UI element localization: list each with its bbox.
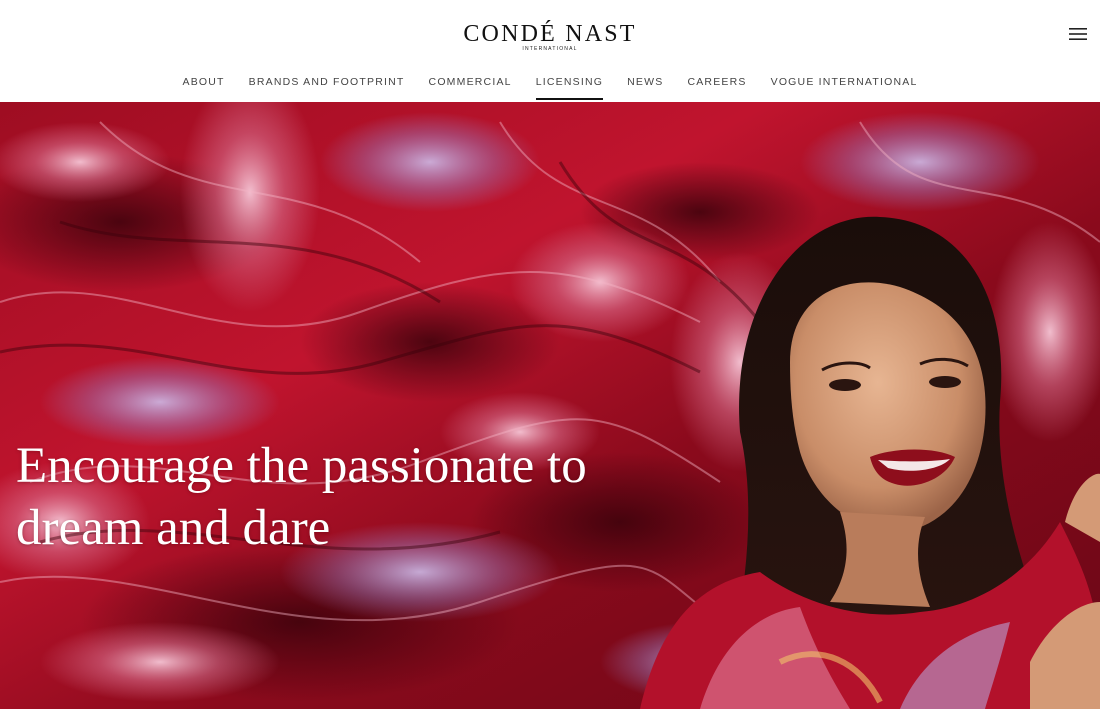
hero-image (0, 102, 1100, 709)
nav-item-news[interactable]: NEWS (627, 74, 663, 100)
nav-item-about[interactable]: ABOUT (183, 74, 225, 100)
brand-logo[interactable]: CONDÉ NAST INTERNATIONAL (0, 20, 1100, 52)
brand-logo-wordmark: CONDÉ NAST (463, 21, 637, 47)
nav-item-careers[interactable]: CAREERS (687, 74, 746, 100)
nav-item-vogue-international[interactable]: VOGUE INTERNATIONAL (771, 74, 918, 100)
nav-item-commercial[interactable]: COMMERCIAL (429, 74, 512, 100)
hero-headline: Encourage the passionate to dream and da… (16, 435, 716, 559)
hero-section: Encourage the passionate to dream and da… (0, 102, 1100, 709)
hamburger-menu-icon[interactable] (1066, 22, 1090, 46)
nav-item-brands-and-footprint[interactable]: BRANDS AND FOOTPRINT (249, 74, 405, 100)
hero-headline-line-1: Encourage the passionate to (16, 438, 587, 494)
nav-item-licensing[interactable]: LICENSING (535, 74, 604, 100)
brand-logo-tagline: INTERNATIONAL (522, 46, 578, 52)
main-navigation: ABOUT BRANDS AND FOOTPRINT COMMERCIAL LI… (0, 74, 1100, 100)
site-header: CONDÉ NAST INTERNATIONAL ABOUT BRANDS AN… (0, 0, 1100, 102)
hero-headline-line-2: dream and dare (16, 500, 331, 556)
